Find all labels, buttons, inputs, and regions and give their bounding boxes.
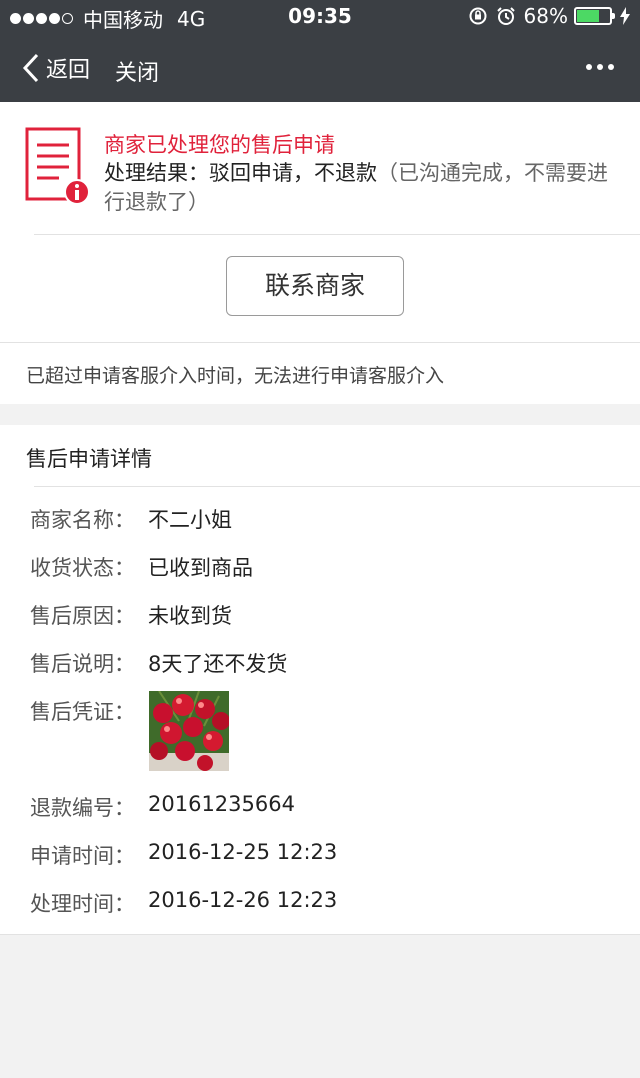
status-bar: 中国移动 4G 09:35 68% xyxy=(0,0,640,32)
contact-merchant-button[interactable]: 联系商家 xyxy=(226,256,404,316)
evidence-thumbnail-image xyxy=(149,691,229,771)
divider xyxy=(34,486,640,487)
divider xyxy=(0,342,640,343)
rotation-lock-icon xyxy=(468,6,488,26)
divider xyxy=(34,234,640,235)
cherry-photo[interactable] xyxy=(149,691,229,771)
detail-value: 已收到商品 xyxy=(148,556,253,580)
back-label: 返回 xyxy=(46,58,91,83)
close-button[interactable]: 关闭 xyxy=(115,55,159,87)
document-info-icon xyxy=(25,127,90,205)
detail-row-description: 售后说明： 8天了还不发货 xyxy=(30,648,287,678)
detail-value: 不二小姐 xyxy=(148,508,232,532)
nav-bar: 返回 关闭 xyxy=(0,40,640,100)
detail-row-refund-number: 退款编号： 20161235664 xyxy=(30,792,295,822)
service-notice: 已超过申请客服介入时间，无法进行申请客服介入 xyxy=(26,365,445,387)
detail-row-merchant: 商家名称： 不二小姐 xyxy=(30,504,232,534)
more-icon[interactable] xyxy=(581,64,614,70)
detail-label: 收货状态： xyxy=(30,556,135,580)
detail-label: 处理时间： xyxy=(30,892,135,916)
charging-icon xyxy=(620,7,630,25)
details-heading: 售后申请详情 xyxy=(26,447,152,471)
detail-label: 申请时间： xyxy=(30,844,135,868)
detail-row-process-time: 处理时间： 2016-12-26 12:23 xyxy=(30,888,337,918)
battery-icon xyxy=(574,7,615,25)
alarm-icon xyxy=(496,6,516,26)
result-body: 处理结果：驳回申请，不退款（已沟通完成，不需要进行退款了） xyxy=(104,159,624,217)
detail-row-reason: 售后原因： 未收到货 xyxy=(30,600,232,630)
chevron-left-icon xyxy=(22,53,39,83)
detail-value: 2016-12-25 12:23 xyxy=(148,840,338,864)
result-card: 商家已处理您的售后申请 处理结果：驳回申请，不退款（已沟通完成，不需要进行退款了… xyxy=(0,102,640,404)
back-button[interactable]: 返回 xyxy=(22,52,90,84)
battery-fill xyxy=(577,10,599,22)
battery-percent: 68% xyxy=(523,4,568,28)
detail-value: 未收到货 xyxy=(148,604,232,628)
result-title: 商家已处理您的售后申请 xyxy=(104,133,335,157)
detail-row-evidence: 售后凭证： xyxy=(30,696,148,726)
detail-label: 售后原因： xyxy=(30,604,135,628)
top-bar: 中国移动 4G 09:35 68% 返回 关闭 xyxy=(0,0,640,102)
detail-row-apply-time: 申请时间： 2016-12-25 12:23 xyxy=(30,840,337,870)
detail-label: 售后凭证： xyxy=(30,700,135,724)
details-card: 售后申请详情 商家名称： 不二小姐 收货状态： 已收到商品 售后原因： 未收到货… xyxy=(0,425,640,935)
status-right: 68% xyxy=(460,4,630,28)
detail-label: 售后说明： xyxy=(30,652,135,676)
detail-label: 退款编号： xyxy=(30,796,135,820)
detail-value: 2016-12-26 12:23 xyxy=(148,888,338,912)
detail-value: 20161235664 xyxy=(148,792,295,816)
detail-value: 8天了还不发货 xyxy=(148,652,288,676)
result-main: 处理结果：驳回申请，不退款 xyxy=(104,161,377,185)
detail-row-receipt-status: 收货状态： 已收到商品 xyxy=(30,552,253,582)
detail-label: 商家名称： xyxy=(30,508,135,532)
